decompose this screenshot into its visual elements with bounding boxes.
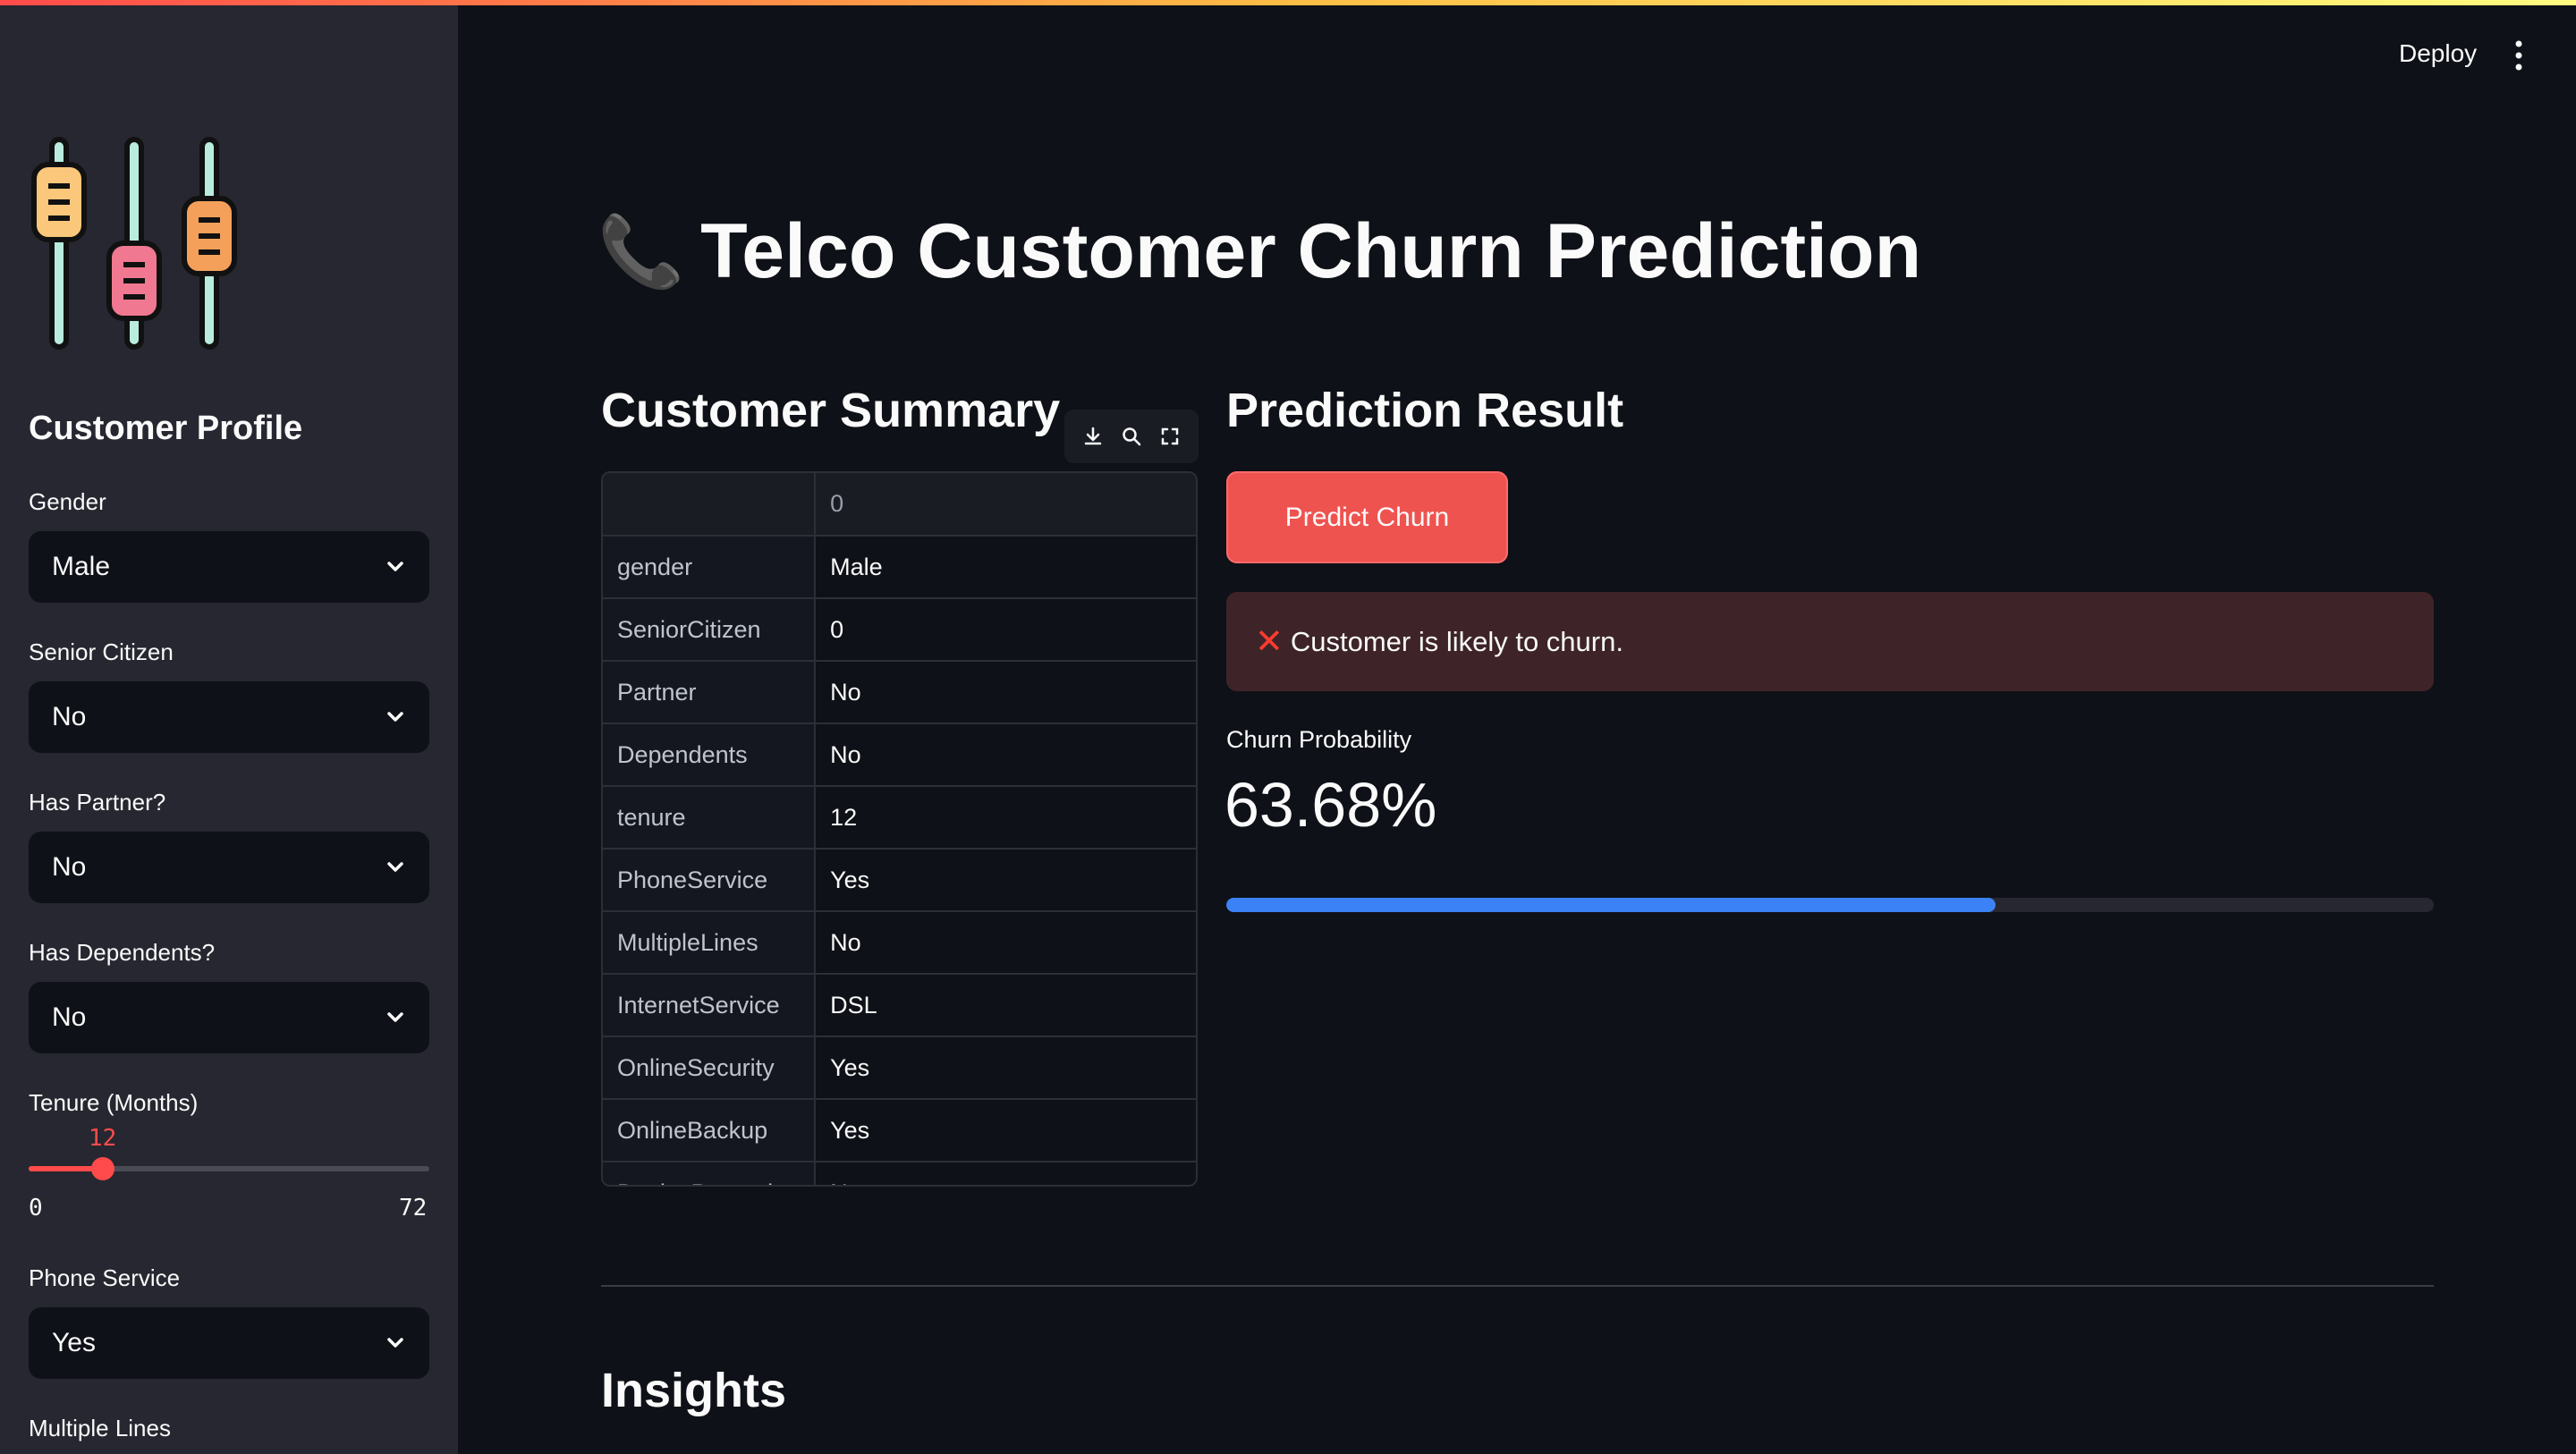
tenure-slider-thumb[interactable] [91, 1157, 114, 1180]
row-field-name[interactable]: SeniorCitizen [603, 598, 817, 662]
table-header-row: 0 [603, 473, 1196, 537]
phone-icon: 📞 [597, 211, 685, 291]
partner-select[interactable]: No [29, 832, 429, 903]
row-field-name[interactable]: PhoneService [603, 849, 817, 912]
tenure-slider-value: 12 [89, 1125, 117, 1152]
prediction-result-heading: Prediction Result [1226, 384, 1624, 437]
table-row: Partner No [603, 661, 1196, 724]
chevron-down-icon [387, 1012, 403, 1022]
table-row: gender Male [603, 536, 1196, 599]
dependents-select-value: No [52, 1002, 87, 1032]
search-icon[interactable] [1121, 426, 1142, 447]
churn-probability-value: 63.68% [1224, 770, 1437, 840]
row-field-value[interactable]: No [815, 661, 1196, 724]
row-field-value[interactable]: No [815, 1162, 1196, 1185]
row-field-value[interactable]: 0 [815, 598, 1196, 662]
table-row: OnlineBackup Yes [603, 1099, 1196, 1162]
dependents-label: Has Dependents? [29, 939, 216, 966]
row-field-name[interactable]: OnlineBackup [603, 1099, 817, 1162]
row-field-value[interactable]: Yes [815, 1099, 1196, 1162]
phone-service-label: Phone Service [29, 1264, 181, 1291]
partner-select-value: No [52, 852, 87, 882]
cross-mark-icon: ✕ [1255, 623, 1284, 661]
row-field-name[interactable]: gender [603, 536, 817, 599]
table-row: MultipleLines No [603, 911, 1196, 975]
table-row: OnlineSecurity Yes [603, 1036, 1196, 1100]
churn-probability-label: Churn Probability [1226, 726, 1412, 753]
page-title: 📞 Telco Customer Churn Prediction [597, 207, 1921, 296]
multiple-lines-label: Multiple Lines [29, 1415, 171, 1441]
churn-probability-progress [1226, 898, 2434, 912]
senior-citizen-select[interactable]: No [29, 681, 429, 753]
phone-service-select-value: Yes [52, 1328, 96, 1357]
tenure-slider[interactable] [29, 1157, 429, 1180]
row-field-name[interactable]: Partner [603, 661, 817, 724]
row-field-name[interactable]: tenure [603, 786, 817, 850]
row-field-value[interactable]: Male [815, 536, 1196, 599]
deploy-button[interactable]: Deploy [2399, 39, 2477, 68]
tenure-label: Tenure (Months) [29, 1089, 199, 1116]
section-divider [601, 1285, 2434, 1287]
row-field-name[interactable]: OnlineSecurity [603, 1036, 817, 1100]
sidebar: Customer Profile Gender Male Senior Citi… [0, 0, 458, 1454]
sliders-logo-icon [31, 137, 237, 350]
chevron-down-icon [387, 712, 403, 722]
dataframe-toolbar [1064, 410, 1199, 463]
tenure-slider-min: 0 [29, 1195, 43, 1222]
table-row: PhoneService Yes [603, 849, 1196, 912]
dependents-select[interactable]: No [29, 982, 429, 1053]
row-field-name[interactable]: Dependents [603, 723, 817, 787]
predict-churn-button[interactable]: Predict Churn [1226, 471, 1508, 563]
table-column-header[interactable]: 0 [815, 473, 1196, 537]
row-field-value[interactable]: No [815, 723, 1196, 787]
senior-citizen-select-value: No [52, 702, 87, 731]
table-row: SeniorCitizen 0 [603, 598, 1196, 662]
gender-select[interactable]: Male [29, 531, 429, 603]
table-row: DeviceProtectionNo [603, 1162, 1196, 1185]
row-field-name[interactable]: MultipleLines [603, 911, 817, 975]
table-row: InternetService DSL [603, 974, 1196, 1037]
churn-alert: ✕ Customer is likely to churn. [1226, 592, 2434, 691]
customer-summary-table[interactable]: 0 gender Male SeniorCitizen 0 Partner No Depen… [601, 471, 1198, 1187]
phone-service-select[interactable]: Yes [29, 1307, 429, 1379]
page-title-text: Telco Customer Churn Prediction [700, 208, 1922, 294]
chevron-down-icon [387, 562, 403, 571]
chevron-down-icon [387, 862, 403, 872]
row-field-name[interactable]: DeviceProtection [603, 1162, 817, 1185]
chevron-down-icon [387, 1338, 403, 1348]
churn-alert-text: Customer is likely to churn. [1290, 625, 1623, 657]
insights-heading: Insights [601, 1364, 787, 1417]
row-field-value[interactable]: Yes [815, 849, 1196, 912]
download-icon[interactable] [1082, 426, 1104, 447]
partner-label: Has Partner? [29, 789, 166, 816]
tenure-slider-max: 72 [399, 1195, 428, 1222]
table-row: tenure 12 [603, 786, 1196, 850]
top-decoration-bar [0, 0, 2576, 5]
row-field-value[interactable]: 12 [815, 786, 1196, 850]
progress-fill [1226, 898, 1996, 912]
customer-summary-heading: Customer Summary [601, 384, 1061, 437]
sidebar-heading: Customer Profile [29, 410, 303, 447]
table-row: Dependents No [603, 723, 1196, 787]
gender-label: Gender [29, 488, 106, 515]
row-field-name[interactable]: InternetService [603, 974, 817, 1037]
row-field-value[interactable]: No [815, 911, 1196, 975]
gender-select-value: Male [52, 552, 111, 581]
row-field-value[interactable]: Yes [815, 1036, 1196, 1100]
row-field-value[interactable]: DSL [815, 974, 1196, 1037]
table-corner-cell [603, 473, 817, 537]
fullscreen-icon[interactable] [1159, 426, 1181, 447]
senior-citizen-label: Senior Citizen [29, 638, 174, 665]
more-options-icon[interactable] [2512, 39, 2526, 72]
